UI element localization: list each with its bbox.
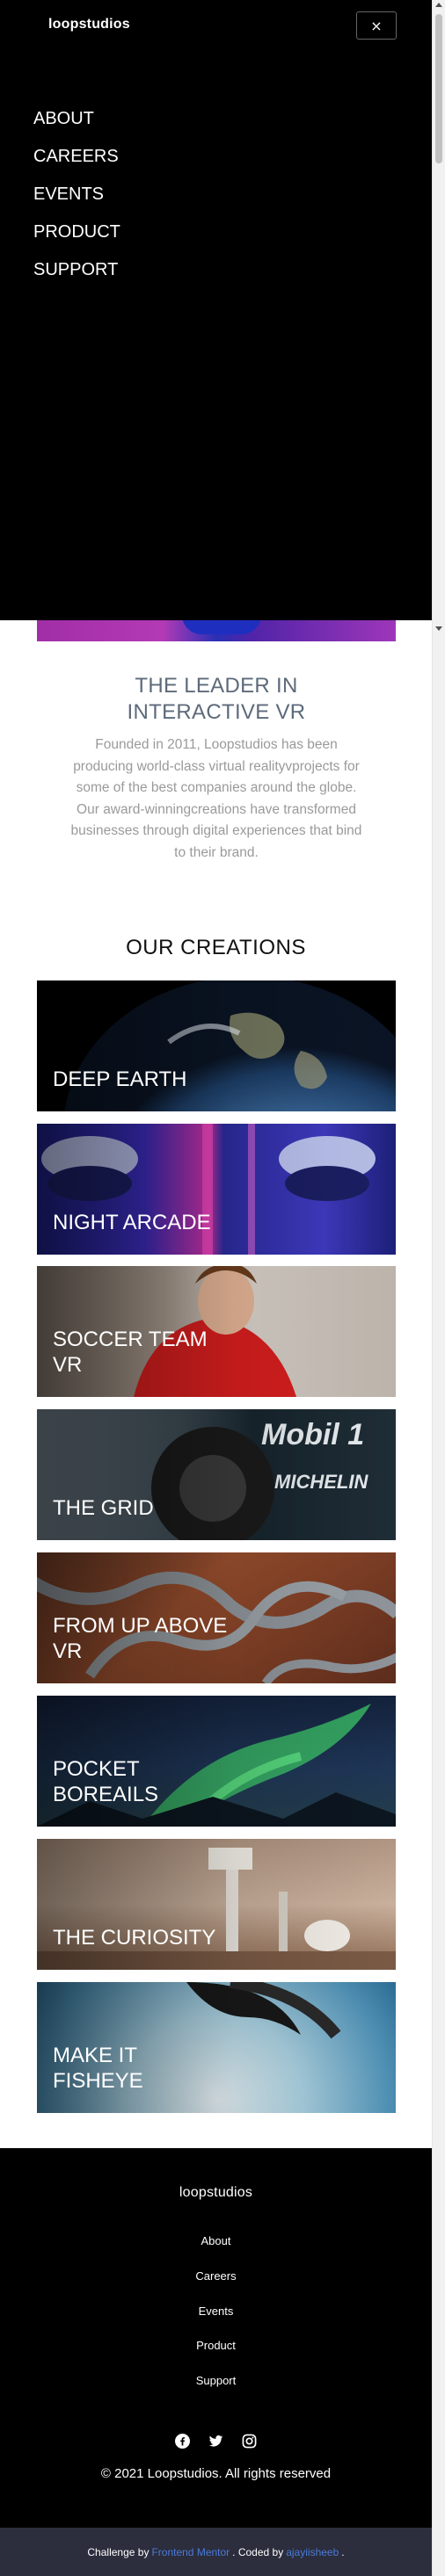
copyright-text: © 2021 Loopstudios. All rights reserved — [100, 2466, 332, 2481]
instagram-icon[interactable] — [242, 2434, 257, 2449]
creation-card-deep-earth[interactable]: DEEP EARTH — [37, 980, 396, 1111]
scrollbar-thumb[interactable] — [435, 14, 442, 163]
creation-card-from-up-above-vr[interactable]: FROM UP ABOVE VR — [37, 1552, 396, 1683]
nav-item-support[interactable]: SUPPORT — [33, 257, 120, 294]
creation-card-label: MAKE IT FISHEYE — [53, 2044, 143, 2093]
attribution-prefix: Challenge by — [87, 2545, 150, 2558]
attribution-coded-by: . Coded by — [232, 2545, 284, 2558]
hero-image — [37, 620, 396, 641]
brand-logo[interactable]: loopstudios — [48, 17, 130, 33]
author-link[interactable]: ajayiisheeb — [286, 2546, 339, 2558]
footer-brand-logo[interactable]: loopstudios — [0, 2185, 432, 2201]
footer-link-support[interactable]: Support — [0, 2374, 432, 2387]
footer-link-careers[interactable]: Careers — [0, 2269, 432, 2283]
close-menu-button[interactable]: × — [356, 11, 397, 40]
leader-heading: THE LEADER IN INTERACTIVE VR — [127, 674, 306, 724]
nav-item-events[interactable]: EVENTS — [33, 181, 120, 219]
footer-link-events[interactable]: Events — [0, 2305, 432, 2318]
scroll-up-arrow-icon[interactable] — [435, 3, 442, 7]
attribution-bar: Challenge by Frontend Mentor. Coded by a… — [0, 2528, 432, 2576]
leader-description: Founded in 2011, Loopstudios has been pr… — [70, 737, 362, 860]
scroll-down-arrow-icon[interactable] — [435, 626, 442, 631]
attribution-suffix: . — [341, 2545, 345, 2558]
creation-card-soccer-team-vr[interactable]: SOCCER TEAM VR — [37, 1266, 396, 1397]
vertical-scrollbar[interactable] — [432, 0, 445, 2576]
creation-card-pocket-boreails[interactable]: POCKET BOREAILS — [37, 1696, 396, 1827]
facebook-icon[interactable] — [175, 2434, 190, 2449]
footer: loopstudios About Careers Events Product… — [0, 2148, 432, 2528]
creation-card-label: POCKET BOREAILS — [53, 1757, 159, 1806]
social-links — [175, 2434, 257, 2449]
creation-card-make-it-fisheye[interactable]: MAKE IT FISHEYE — [37, 1982, 396, 2113]
nav-item-careers[interactable]: CAREERS — [33, 143, 120, 181]
creation-card-label: NIGHT ARCADE — [53, 1211, 211, 1234]
creation-card-label: FROM UP ABOVE VR — [53, 1614, 228, 1663]
creation-card-label: SOCCER TEAM VR — [53, 1328, 208, 1377]
footer-link-about[interactable]: About — [0, 2234, 432, 2247]
mobile-menu-overlay: loopstudios × ABOUT CAREERS EVENTS PRODU… — [0, 0, 432, 620]
creation-card-the-grid[interactable]: Mobil 1 MICHELIN THE GRID — [37, 1409, 396, 1540]
nav-item-product[interactable]: PRODUCT — [33, 219, 120, 257]
creation-card-the-curiosity[interactable]: THE CURIOSITY — [37, 1839, 396, 1970]
nav-item-about[interactable]: ABOUT — [33, 105, 120, 143]
twitter-icon[interactable] — [208, 2434, 223, 2449]
creation-card-label: DEEP EARTH — [53, 1067, 187, 1091]
creation-card-label: THE GRID — [53, 1496, 154, 1520]
creation-card-label: THE CURIOSITY — [53, 1926, 216, 1950]
creations-heading: OUR CREATIONS — [126, 936, 306, 959]
frontend-mentor-link[interactable]: Frontend Mentor — [151, 2546, 230, 2558]
footer-link-product[interactable]: Product — [0, 2339, 432, 2352]
creation-card-night-arcade[interactable]: NIGHT ARCADE — [37, 1124, 396, 1255]
mobile-nav: ABOUT CAREERS EVENTS PRODUCT SUPPORT — [33, 105, 120, 294]
